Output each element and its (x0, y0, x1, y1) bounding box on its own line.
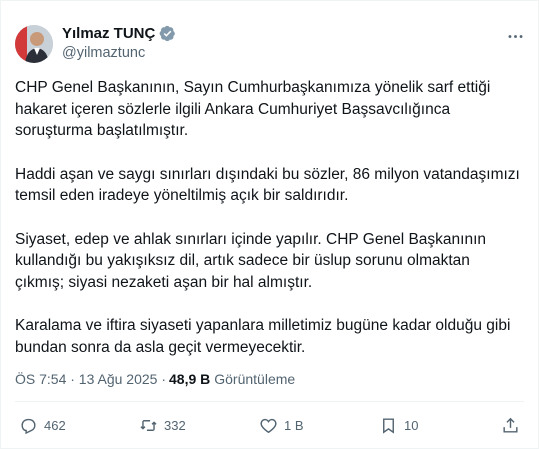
views-count: 48,9 B (169, 371, 211, 387)
author-avatar[interactable] (15, 25, 53, 63)
tweet-card: Yılmaz TUNÇ @yilmaztunc CHP Genel Başkan… (0, 0, 539, 449)
heart-icon (260, 418, 277, 434)
bookmark-count: 10 (404, 418, 419, 433)
bookmark-icon (383, 418, 394, 434)
author-name[interactable]: Yılmaz TUNÇ (62, 25, 155, 42)
tweet-actions: 462 332 1 B 10 (15, 416, 526, 440)
repost-icon (140, 420, 157, 431)
reply-count: 462 (44, 418, 66, 433)
like-count: 1 B (284, 418, 304, 433)
repost-button[interactable]: 332 (139, 416, 186, 435)
tweet-paragraph: Haddi aşan ve saygı sınırları dışındaki … (15, 165, 520, 205)
author-name-row: Yılmaz TUNÇ (62, 25, 176, 42)
tweet-paragraph: Siyaset, edep ve ahlak sınırları içinde … (15, 230, 486, 291)
reply-icon (21, 418, 36, 435)
share-button[interactable] (501, 416, 520, 435)
tweet-meta: ÖS 7:54 · 13 Ağu 2025 · 48,9 B Görüntüle… (15, 371, 295, 387)
tweet-paragraph: Karalama ve iftira siyaseti yapanlara mi… (15, 317, 511, 356)
verified-badge-icon (159, 25, 176, 42)
more-horizontal-icon[interactable] (504, 25, 526, 47)
tweet-header: Yılmaz TUNÇ @yilmaztunc (15, 21, 526, 67)
views-label: Görüntüleme (214, 371, 296, 387)
divider (15, 401, 524, 402)
author-handle[interactable]: @yilmaztunc (62, 45, 145, 61)
reply-button[interactable]: 462 (19, 416, 66, 435)
bookmark-button[interactable]: 10 (379, 416, 418, 435)
repost-count: 332 (164, 418, 186, 433)
like-button[interactable]: 1 B (259, 416, 304, 435)
tweet-paragraph: CHP Genel Başkanının, Sayın Cumhurbaşkan… (15, 79, 491, 139)
share-icon (503, 417, 518, 433)
tweet-text: CHP Genel Başkanının, Sayın Cumhurbaşkan… (15, 77, 520, 380)
tweet-timestamp[interactable]: ÖS 7:54 · 13 Ağu 2025 · (15, 371, 166, 387)
